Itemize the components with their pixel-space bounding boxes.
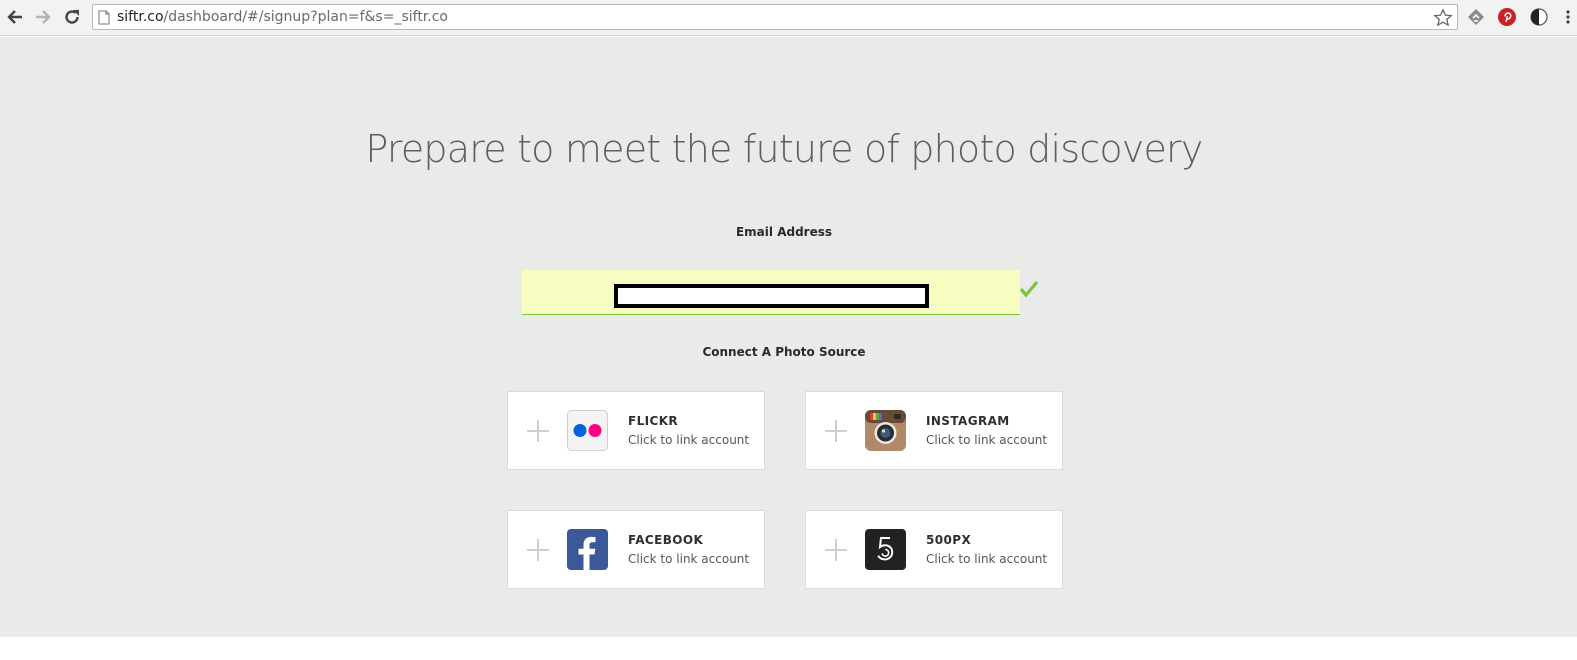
- address-bar[interactable]: siftr.co/dashboard/#/signup?plan=f&s=_si…: [92, 4, 1458, 30]
- plus-icon: [825, 420, 847, 442]
- plus-icon: [527, 539, 549, 561]
- menu-button[interactable]: [1562, 7, 1574, 27]
- url-path: /dashboard/#/signup?plan=f&s=_siftr.co: [163, 9, 448, 25]
- url-host: siftr.co: [117, 9, 164, 25]
- source-name: FLICKR: [628, 414, 679, 428]
- source-name: 500PX: [926, 533, 972, 547]
- feedly-icon: [1468, 9, 1484, 25]
- source-subtext: Click to link account: [926, 552, 1048, 566]
- pinterest-icon: [1498, 8, 1516, 26]
- url-text: siftr.co/dashboard/#/signup?plan=f&s=_si…: [117, 9, 448, 25]
- source-subtext: Click to link account: [628, 552, 750, 566]
- forward-button[interactable]: [32, 6, 54, 28]
- more-vertical-icon: [1566, 10, 1570, 24]
- extension-pinterest[interactable]: [1497, 7, 1517, 27]
- page-icon: [98, 10, 110, 25]
- forward-arrow-icon: [36, 10, 51, 24]
- page-footer-strip: [0, 637, 1577, 660]
- flickr-icon: [567, 410, 608, 451]
- page-headline: Prepare to meet the future of photo disc…: [365, 127, 1203, 171]
- contrast-icon: [1530, 8, 1548, 26]
- connect-500px-card[interactable]: 500PX Click to link account: [805, 510, 1063, 589]
- email-label: Email Address: [735, 225, 832, 239]
- source-name: INSTAGRAM: [926, 414, 1010, 428]
- plus-icon: [527, 420, 549, 442]
- source-name: FACEBOOK: [628, 533, 704, 547]
- signup-page: Prepare to meet the future of photo disc…: [0, 37, 1577, 637]
- back-button[interactable]: [4, 6, 26, 28]
- source-subtext: Click to link account: [628, 433, 750, 447]
- extension-feedly[interactable]: [1466, 7, 1486, 27]
- checkmark-icon: [1019, 280, 1039, 298]
- source-subtext: Click to link account: [926, 433, 1048, 447]
- 500px-icon: [865, 529, 906, 570]
- back-arrow-icon: [7, 10, 22, 24]
- extension-contrast[interactable]: [1529, 7, 1549, 27]
- facebook-icon: [567, 529, 608, 570]
- instagram-icon: [865, 410, 906, 451]
- connect-facebook-card[interactable]: FACEBOOK Click to link account: [507, 510, 765, 589]
- connect-flickr-card[interactable]: FLICKR Click to link account: [507, 391, 765, 470]
- browser-toolbar: siftr.co/dashboard/#/signup?plan=f&s=_si…: [0, 0, 1577, 36]
- plus-icon: [825, 539, 847, 561]
- reload-button[interactable]: [61, 6, 83, 28]
- redacted-email-box: [614, 284, 929, 308]
- bookmark-star-icon[interactable]: [1433, 8, 1453, 28]
- connect-source-label: Connect A Photo Source: [702, 345, 866, 359]
- reload-icon: [65, 10, 79, 24]
- connect-instagram-card[interactable]: INSTAGRAM Click to link account: [805, 391, 1063, 470]
